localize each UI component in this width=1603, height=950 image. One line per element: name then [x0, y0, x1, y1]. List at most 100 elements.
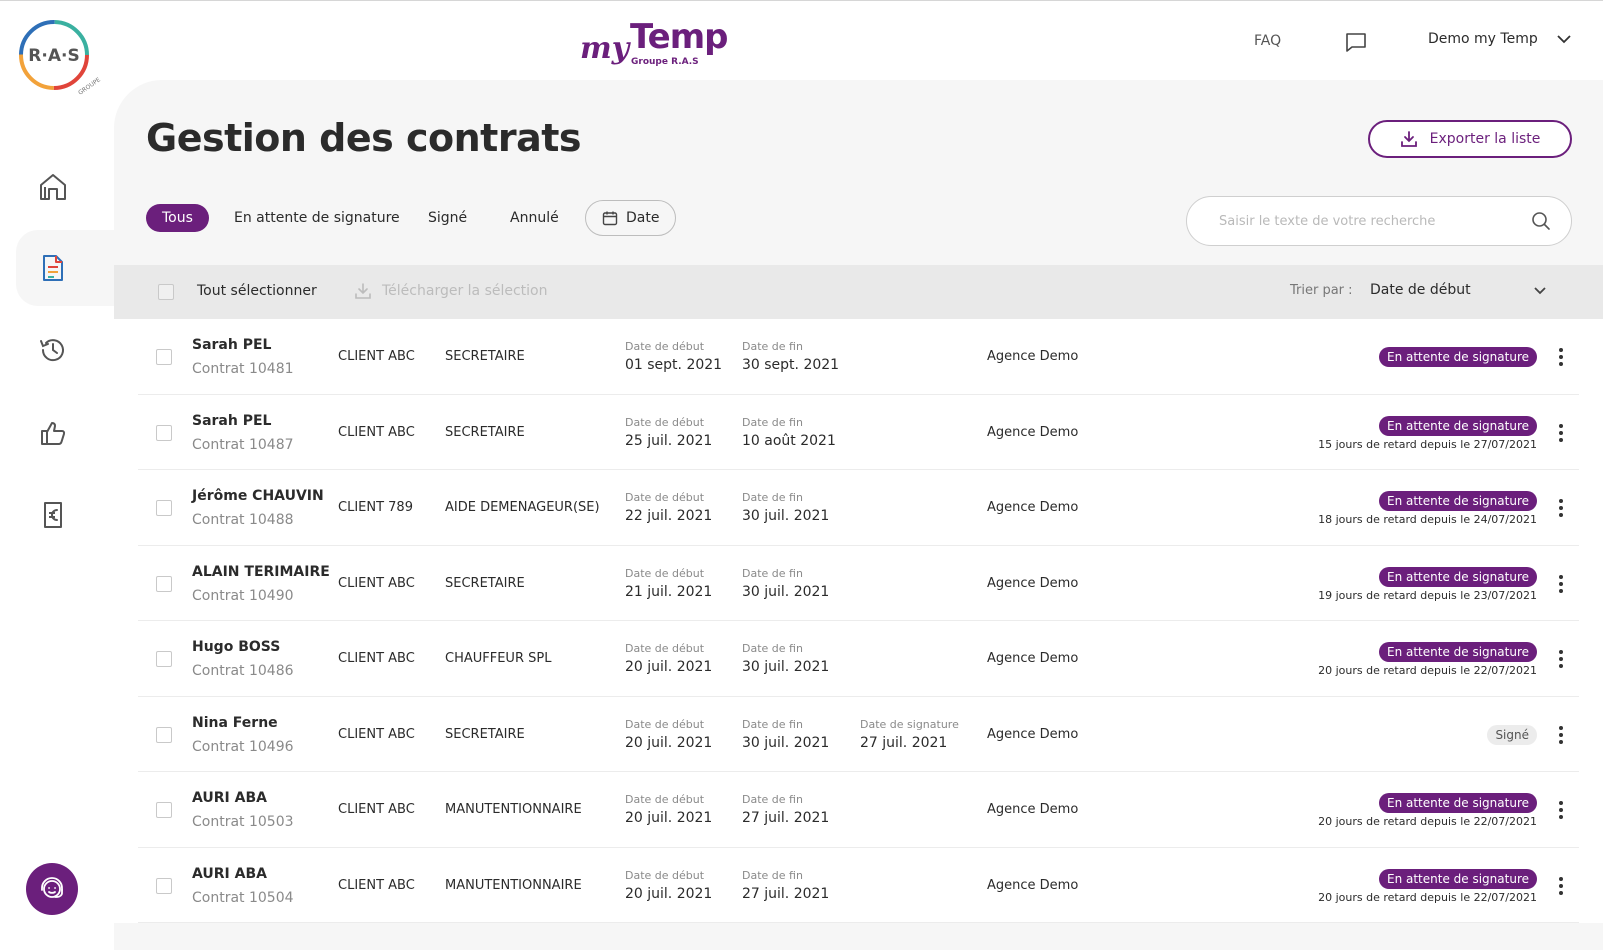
row-checkbox[interactable] [156, 575, 172, 592]
more-options-icon[interactable] [1553, 572, 1569, 596]
more-options-icon[interactable] [1553, 345, 1569, 369]
brand-my: my [580, 31, 630, 66]
contract-number: Contrat 10504 [192, 889, 294, 906]
euro-document-icon [44, 502, 62, 528]
contract-row[interactable]: AURI ABA Contrat 10503 CLIENT ABC MANUTE… [138, 772, 1579, 848]
client-name: CLIENT ABC [338, 877, 415, 893]
support-agent-icon [41, 877, 63, 898]
filter-signed[interactable]: Signé [428, 204, 467, 232]
employee-name: Sarah PEL [192, 412, 272, 429]
status-badge: En attente de signature [1379, 793, 1537, 813]
search-input[interactable] [1219, 213, 1531, 229]
download-icon [1400, 131, 1417, 147]
signature-date-label: Date de signature [860, 717, 959, 731]
row-checkbox[interactable] [156, 500, 172, 516]
sidebar-item-feedback[interactable] [16, 395, 114, 471]
end-date: 30 juil. 2021 [742, 508, 830, 524]
download-selection-button[interactable]: Télécharger la sélection [354, 282, 548, 300]
job-title: SECRETAIRE [445, 349, 525, 364]
faq-link[interactable]: FAQ [1254, 33, 1281, 49]
sort-select[interactable]: Date de début [1370, 282, 1548, 298]
start-date: 20 juil. 2021 [625, 885, 713, 902]
end-date-label: Date de fin [742, 717, 803, 731]
end-date: 27 juil. 2021 [742, 885, 830, 902]
export-list-button[interactable]: Exporter la liste [1368, 120, 1572, 158]
filter-date[interactable]: Date [585, 200, 677, 236]
job-title: CHAUFFEUR SPL [445, 651, 552, 666]
contract-row[interactable]: AURI ABA Contrat 10504 CLIENT ABC MANUTE… [138, 848, 1579, 923]
filter-all[interactable]: Tous [146, 204, 209, 232]
delay-note: 20 jours de retard depuis le 22/07/2021 [1318, 664, 1537, 677]
more-options-icon[interactable] [1553, 647, 1569, 671]
ras-groupe-logo[interactable]: R·A·S GROUPE [18, 19, 104, 105]
start-date: 20 juil. 2021 [625, 659, 713, 675]
more-options-icon[interactable] [1553, 798, 1569, 822]
employee-name: AURI ABA [192, 865, 267, 882]
employee-name: Hugo BOSS [192, 639, 281, 655]
more-options-icon[interactable] [1553, 874, 1569, 898]
employee-name: Sarah PEL [192, 337, 272, 353]
search-icon[interactable] [1531, 211, 1551, 231]
employee-name: Nina Ferne [192, 714, 278, 731]
start-date-label: Date de début [625, 415, 705, 429]
row-checkbox[interactable] [156, 424, 172, 441]
select-all-label[interactable]: Tout sélectionner [197, 283, 317, 299]
brand-temp: Temp [630, 17, 729, 57]
start-date: 20 juil. 2021 [625, 734, 713, 751]
delay-note: 20 jours de retard depuis le 22/07/2021 [1318, 815, 1537, 828]
row-checkbox[interactable] [156, 802, 172, 818]
user-menu[interactable]: Demo my Temp [1428, 31, 1572, 47]
more-options-icon[interactable] [1553, 723, 1569, 747]
agency-name: Agence Demo [987, 349, 1079, 364]
more-options-icon[interactable] [1553, 421, 1569, 445]
select-all-checkbox[interactable] [158, 284, 174, 300]
help-support-button[interactable] [26, 863, 78, 915]
row-checkbox[interactable] [156, 349, 172, 365]
delay-note: 18 jours de retard depuis le 24/07/2021 [1318, 513, 1537, 526]
end-date-label: Date de fin [742, 340, 803, 353]
contract-row[interactable]: Sarah PEL Contrat 10481 CLIENT ABC SECRE… [138, 319, 1579, 395]
chat-icon[interactable] [1344, 30, 1368, 54]
agency-name: Agence Demo [987, 500, 1079, 515]
filter-pending[interactable]: En attente de signature [234, 204, 400, 232]
status-badge: En attente de signature [1379, 347, 1537, 367]
mytemp-logo[interactable]: my Temp Groupe R.A.S [580, 17, 729, 67]
contract-row[interactable]: Jérôme CHAUVIN Contrat 10488 CLIENT 789 … [138, 470, 1579, 546]
sidebar-item-home[interactable] [16, 149, 114, 225]
contract-row[interactable]: ALAIN TERIMAIRE Contrat 10490 CLIENT ABC… [138, 546, 1579, 621]
start-date: 20 juil. 2021 [625, 810, 713, 826]
filter-date-label: Date [626, 210, 660, 226]
start-date: 22 juil. 2021 [625, 508, 713, 524]
row-checkbox[interactable] [156, 651, 172, 667]
contract-row[interactable]: Sarah PEL Contrat 10487 CLIENT ABC SECRE… [138, 395, 1579, 470]
sidebar-item-history[interactable] [16, 312, 114, 388]
end-date-label: Date de fin [742, 793, 803, 806]
contract-number: Contrat 10487 [192, 436, 294, 453]
user-name: Demo my Temp [1428, 31, 1538, 47]
agency-name: Agence Demo [987, 424, 1079, 440]
client-name: CLIENT ABC [338, 575, 415, 591]
job-title: MANUTENTIONNAIRE [445, 877, 582, 893]
end-date-label: Date de fin [742, 642, 803, 655]
status-badge: En attente de signature [1379, 491, 1537, 511]
contract-number: Contrat 10481 [192, 361, 294, 377]
job-title: MANUTENTIONNAIRE [445, 802, 582, 817]
sidebar-item-payments[interactable] [16, 477, 114, 553]
contract-number: Contrat 10503 [192, 814, 294, 830]
sort-label: Trier par : [1290, 283, 1353, 298]
filter-cancelled[interactable]: Annulé [510, 204, 559, 232]
sidebar-item-contracts[interactable] [16, 230, 114, 306]
start-date-label: Date de début [625, 868, 705, 882]
client-name: CLIENT ABC [338, 726, 415, 742]
row-checkbox[interactable] [156, 726, 172, 743]
contract-row[interactable]: Nina Ferne Contrat 10496 CLIENT ABC SECR… [138, 697, 1579, 772]
row-checkbox[interactable] [156, 877, 172, 894]
main-panel: Gestion des contrats Exporter la liste T… [114, 80, 1603, 950]
home-icon [40, 174, 66, 200]
more-options-icon[interactable] [1553, 496, 1569, 520]
end-date: 30 juil. 2021 [742, 583, 830, 600]
svg-text:R·A·S: R·A·S [28, 46, 79, 66]
client-name: CLIENT ABC [338, 424, 415, 440]
chevron-down-icon [1557, 35, 1571, 44]
contract-row[interactable]: Hugo BOSS Contrat 10486 CLIENT ABC CHAUF… [138, 621, 1579, 697]
